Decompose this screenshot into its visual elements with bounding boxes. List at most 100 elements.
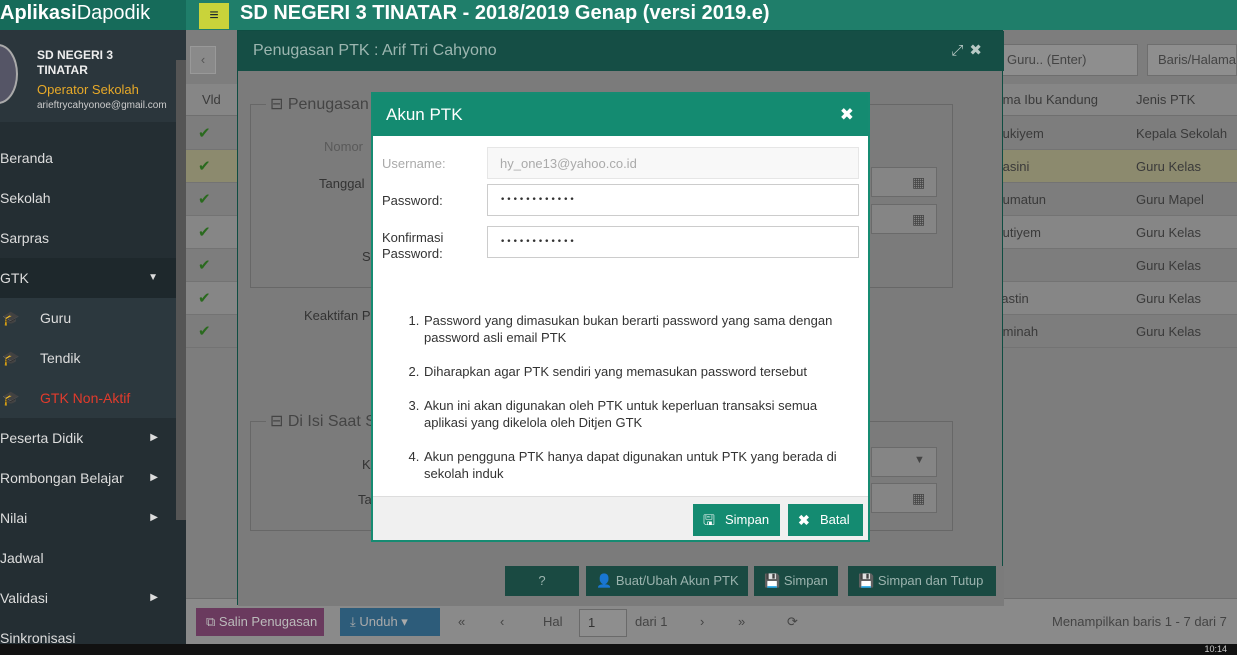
chevron-right-icon: ▶ — [150, 512, 158, 523]
download-icon: ⤓ — [350, 614, 360, 629]
grid-summary: Menampilkan baris 1 - 7 dari 7 — [1052, 614, 1227, 629]
collapse-icon[interactable]: ⊟ — [270, 96, 288, 113]
profile-role: Operator Sekolah — [37, 82, 139, 97]
username-label: Username: — [382, 156, 446, 171]
label-keaktifan: Keaktifan P — [304, 308, 371, 323]
close-icon[interactable]: ✖ — [969, 42, 988, 59]
next-page-icon[interactable]: › — [700, 608, 704, 636]
chevron-right-icon: ▶ — [150, 432, 158, 443]
check-icon: ✔ — [198, 224, 211, 241]
save-close-button[interactable]: 💾 Simpan dan Tutup — [848, 566, 996, 596]
modal-footer: 🖫 Simpan ✖ Batal — [373, 496, 868, 540]
sidebar-item-tendik[interactable]: 🎓 Tendik — [0, 338, 176, 378]
calendar-icon[interactable]: ▦ — [912, 490, 925, 507]
profile-panel: SD NEGERI 3 TINATAR Operator Sekolah ari… — [0, 30, 186, 122]
close-icon: ✖ — [798, 512, 810, 528]
floppy-icon: 💾 — [858, 573, 878, 588]
notes-list: Password yang dimasukan bukan berarti pa… — [405, 312, 855, 499]
confirm-password-field[interactable] — [487, 226, 859, 258]
create-account-button[interactable]: 👤 Buat/Ubah Akun PTK — [586, 566, 748, 596]
floppy-icon: 🖫 — [703, 512, 715, 528]
copy-icon: ⧉ — [206, 614, 219, 629]
label-s: S — [362, 249, 371, 264]
window-footer: ? 👤 Buat/Ubah Akun PTK 💾 Simpan 💾 Simpan… — [238, 566, 1004, 606]
legend-penugasan: ⊟ Penugasan — [266, 94, 373, 114]
sidebar-item-rombongan-belajar[interactable]: Rombongan Belajar ▶ — [0, 458, 176, 498]
window-controls: ⤢✖ — [951, 31, 988, 71]
collapse-icon[interactable]: ⊟ — [270, 413, 288, 430]
sidebar-item-sekolah[interactable]: Sekolah — [0, 178, 176, 218]
cell-jenis: Guru Kelas — [1136, 258, 1202, 273]
date-input-1[interactable] — [871, 167, 937, 197]
hamburger-menu-icon[interactable]: ≡ — [199, 3, 229, 29]
calendar-icon[interactable]: ▦ — [912, 211, 925, 228]
sidebar-item-validasi[interactable]: Validasi ▶ — [0, 578, 176, 618]
cell-jenis: Guru Kelas — [1136, 291, 1202, 306]
label-tanggal: Tanggal — [319, 176, 365, 191]
cell-jenis: Guru Mapel — [1136, 192, 1204, 207]
list-item: Akun ini akan digunakan oleh PTK untuk k… — [423, 397, 855, 431]
check-icon: ✔ — [198, 191, 211, 208]
chevron-down-icon: ▼ — [148, 272, 158, 283]
profile-email: arieftrycahyonoe@gmail.com — [37, 100, 167, 111]
akun-ptk-modal: Akun PTK ✖ Username: Password: Konfirmas… — [371, 92, 870, 542]
caret-down-icon: ▼ — [914, 454, 925, 466]
column-header-jenis[interactable]: Jenis PTK — [1136, 84, 1195, 116]
graduation-cap-icon: 🎓 — [2, 390, 20, 406]
sidebar-item-jadwal[interactable]: Jadwal — [0, 538, 176, 578]
password-label: Password: — [382, 193, 443, 208]
maximize-icon[interactable]: ⤢ — [951, 42, 969, 59]
rows-per-page-input[interactable]: Baris/Halaman — [1147, 44, 1237, 76]
sidebar-scrollbar[interactable] — [176, 60, 186, 520]
sidebar-item-guru[interactable]: 🎓 Guru — [0, 298, 176, 338]
check-icon: ✔ — [198, 158, 211, 175]
cell-jenis: Guru Kelas — [1136, 324, 1202, 339]
list-item: Diharapkan agar PTK sendiri yang memasuk… — [423, 363, 855, 380]
sidebar-item-beranda[interactable]: Beranda — [0, 138, 176, 178]
check-icon: ✔ — [198, 257, 211, 274]
refresh-icon[interactable]: ⟳ — [787, 608, 798, 636]
username-field[interactable] — [487, 147, 859, 179]
window-save-button[interactable]: 💾 Simpan — [754, 566, 838, 596]
sidebar-item-peserta-didik[interactable]: Peserta Didik ▶ — [0, 418, 176, 458]
help-button[interactable]: ? — [505, 566, 579, 596]
cell-jenis: Kepala Sekolah — [1136, 126, 1228, 141]
chevron-right-icon: ▶ — [150, 472, 158, 483]
password-field[interactable] — [487, 184, 859, 216]
prev-page-icon[interactable]: ‹ — [500, 608, 504, 636]
column-header-vld[interactable]: Vld — [202, 84, 221, 116]
sidebar-item-gtk[interactable]: GTK ▼ — [0, 258, 176, 298]
top-bar: AplikasiDapodik ≡ SD NEGERI 3 TINATAR - … — [0, 0, 1237, 30]
close-icon[interactable]: ✖ — [840, 94, 854, 136]
check-icon: ✔ — [198, 290, 211, 307]
column-header-ibu[interactable]: Nama Ibu Kandung — [986, 84, 1126, 116]
copy-assignment-button[interactable]: ⧉ Salin Penugasan — [196, 608, 324, 636]
clock: 10:14 — [1204, 644, 1227, 654]
sidebar: SD NEGERI 3 TINATAR Operator Sekolah ari… — [0, 30, 186, 655]
cancel-button[interactable]: ✖ Batal — [788, 504, 863, 536]
label-ta: Ta — [358, 492, 372, 507]
legend-di-isi: ⊟ Di Isi Saat S — [266, 411, 380, 431]
sidebar-item-sarpras[interactable]: Sarpras — [0, 218, 176, 258]
save-button[interactable]: 🖫 Simpan — [693, 504, 780, 536]
date-input-2[interactable] — [871, 204, 937, 234]
check-icon: ✔ — [198, 323, 211, 340]
list-item: Akun pengguna PTK hanya dapat digunakan … — [423, 448, 855, 482]
calendar-icon[interactable]: ▦ — [912, 174, 925, 191]
label-k: K — [362, 457, 371, 472]
sidebar-item-gtk-non-aktif[interactable]: 🎓 GTK Non-Aktif — [0, 378, 176, 418]
date-input-3[interactable] — [871, 483, 937, 513]
page-number-input[interactable]: 1 — [579, 609, 627, 637]
search-input[interactable]: Guru.. (Enter) — [996, 44, 1138, 76]
sidebar-item-nilai[interactable]: Nilai ▶ — [0, 498, 176, 538]
select-k[interactable] — [871, 447, 937, 477]
last-page-icon[interactable]: » — [738, 608, 745, 636]
app-brand[interactable]: AplikasiDapodik — [0, 0, 186, 30]
window-title: Penugasan PTK : Arif Tri Cahyono — [238, 31, 1004, 71]
page-of-label: dari 1 — [635, 614, 668, 629]
download-button[interactable]: ⤓ Unduh ▾ — [340, 608, 440, 636]
chevron-left-icon[interactable]: ‹ — [190, 46, 216, 74]
graduation-cap-icon: 🎓 — [2, 350, 20, 366]
graduation-cap-icon: 🎓 — [2, 310, 20, 326]
first-page-icon[interactable]: « — [458, 608, 465, 636]
